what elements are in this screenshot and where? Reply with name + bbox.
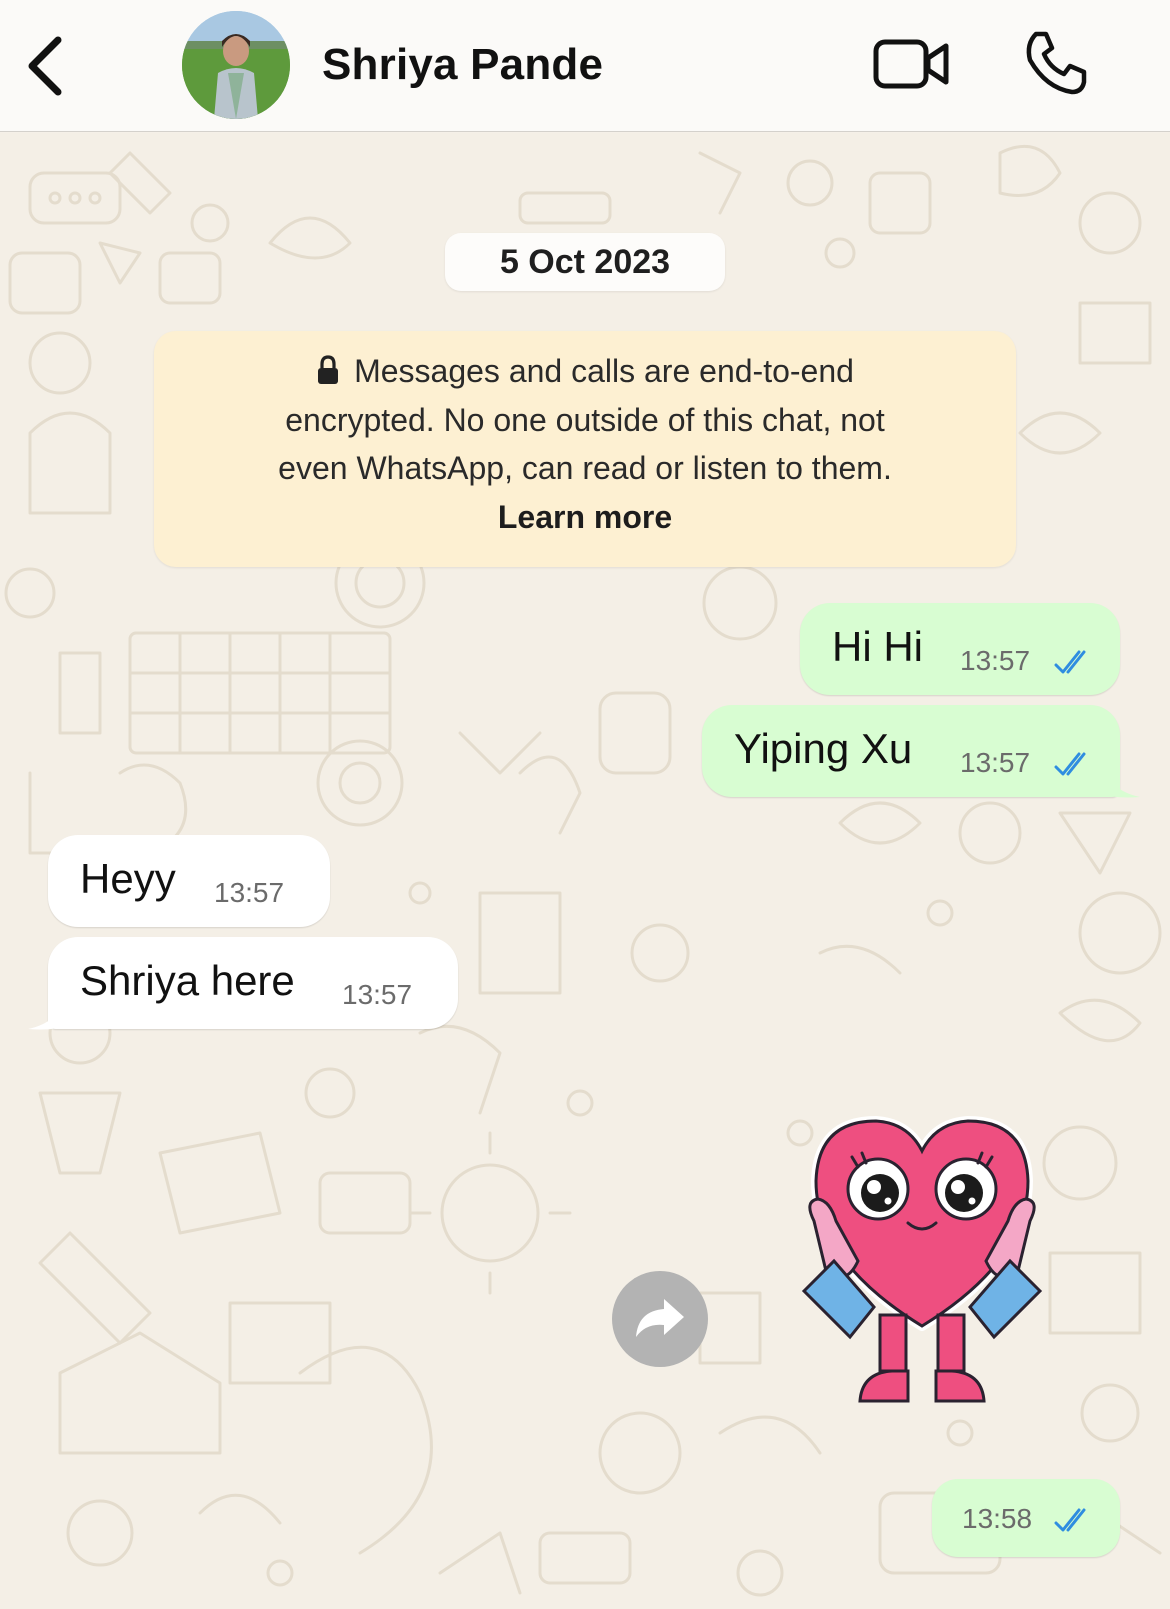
outgoing-message[interactable]: Hi Hi 13:57 [800, 603, 1120, 695]
date-separator: 5 Oct 2023 [445, 233, 725, 291]
video-call-button[interactable] [872, 36, 952, 92]
read-receipt-icon [1054, 752, 1086, 776]
message-time: 13:57 [960, 645, 1031, 676]
incoming-message[interactable]: Heyy 13:57 [48, 835, 330, 927]
chat-header: Shriya Pande [0, 0, 1170, 132]
encryption-notice-line-1: Messages and calls are end-to-end [154, 347, 1016, 396]
video-camera-icon [873, 39, 949, 89]
bubble-tail-out [1100, 763, 1140, 798]
message-time: 13:57 [342, 979, 413, 1010]
phone-icon [1026, 31, 1087, 95]
encryption-notice[interactable]: Messages and calls are end-to-end encryp… [154, 331, 1016, 567]
read-receipt-icon [1054, 650, 1086, 674]
bubble-tail-in [28, 995, 68, 1030]
forward-button[interactable] [612, 1271, 708, 1367]
heart-character-sticker[interactable] [796, 1111, 1048, 1411]
message-time: 13:57 [214, 877, 285, 908]
sticker-time-bubble[interactable]: 13:58 [932, 1479, 1120, 1557]
message-time: 13:57 [960, 747, 1031, 778]
message-time: 13:58 [962, 1503, 1033, 1534]
contact-name[interactable]: Shriya Pande [322, 40, 603, 90]
forward-arrow-icon [636, 1299, 684, 1337]
incoming-message[interactable]: Shriya here 13:57 [48, 937, 458, 1029]
message-text: Hi Hi [832, 623, 923, 670]
chat-area[interactable]: 5 Oct 2023 Messages and calls are end-to… [0, 133, 1170, 1609]
chevron-left-icon [28, 36, 62, 96]
avatar[interactable] [182, 11, 290, 119]
outgoing-message[interactable]: Yiping Xu 13:57 [702, 705, 1120, 797]
lock-icon [318, 355, 339, 384]
message-text: Heyy [80, 855, 176, 902]
encryption-notice-line-2: encrypted. No one outside of this chat, … [285, 401, 885, 438]
voice-call-button[interactable] [1022, 30, 1088, 96]
read-receipt-icon [1054, 1508, 1086, 1532]
learn-more-link[interactable]: Learn more [154, 493, 1016, 542]
back-button[interactable] [22, 34, 72, 98]
encryption-notice-line-3: even WhatsApp, can read or listen to the… [278, 450, 892, 486]
message-text: Shriya here [80, 957, 295, 1004]
message-text: Yiping Xu [734, 725, 913, 772]
